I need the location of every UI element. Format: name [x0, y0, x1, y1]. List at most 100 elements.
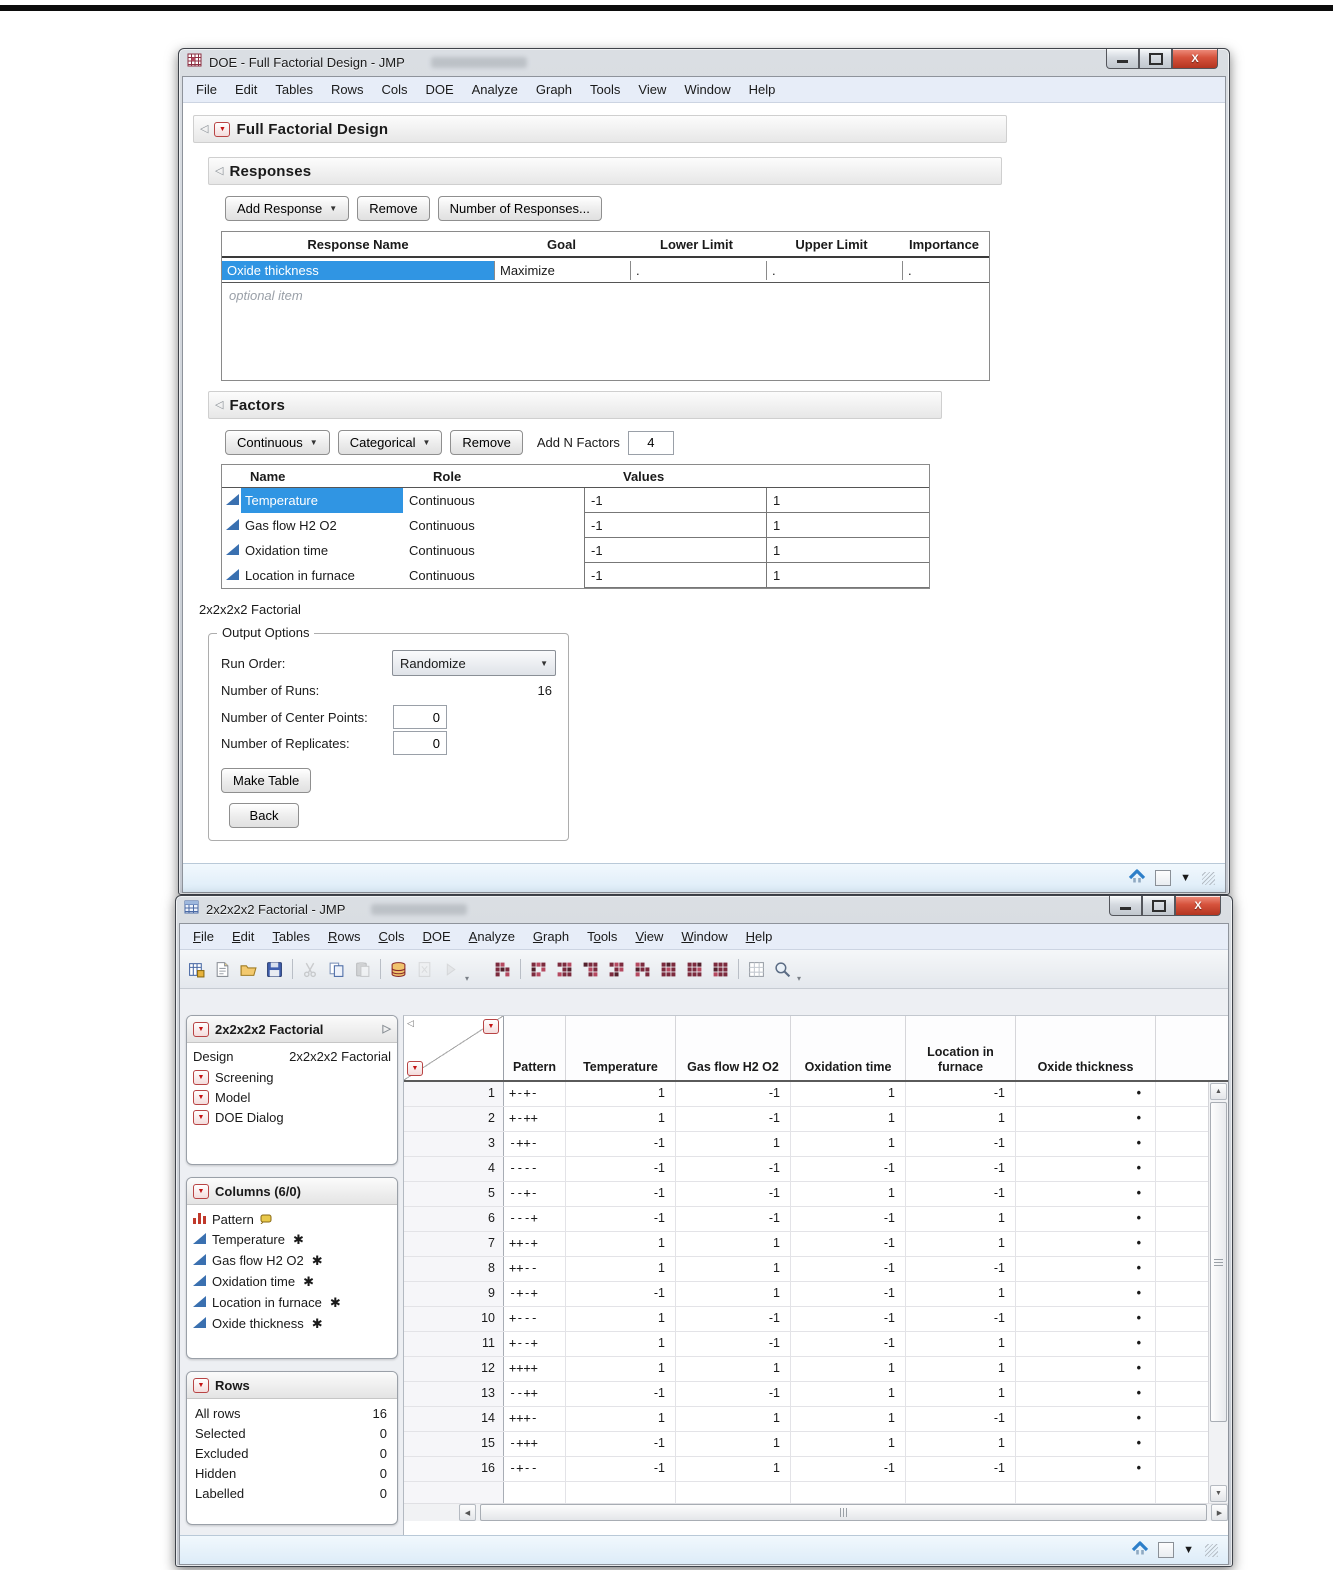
row-number-cell[interactable]: 10	[404, 1307, 504, 1331]
column-header[interactable]: Upper Limit	[764, 235, 899, 254]
design-icon-5[interactable]	[605, 958, 628, 981]
value-cell[interactable]: 1	[566, 1232, 676, 1256]
value-cell[interactable]: 1	[676, 1457, 791, 1481]
design-icon-4[interactable]	[579, 958, 602, 981]
value-cell[interactable]: 1	[676, 1357, 791, 1381]
minimize-button[interactable]	[1106, 49, 1139, 69]
value-cell[interactable]: -1	[791, 1207, 906, 1231]
design-icon-8[interactable]	[683, 958, 706, 981]
value-cell[interactable]: -1	[791, 1457, 906, 1481]
resize-grip[interactable]	[1205, 1543, 1218, 1557]
minimize-button[interactable]	[1109, 896, 1142, 916]
value-cell[interactable]: -1	[676, 1107, 791, 1131]
pattern-cell[interactable]: ++-+	[504, 1232, 566, 1256]
replicates-input[interactable]	[393, 731, 447, 755]
run-order-dropdown[interactable]: Randomize ▼	[392, 650, 556, 676]
value-cell[interactable]: -1	[791, 1282, 906, 1306]
menu-item-graph[interactable]: Graph	[524, 927, 578, 946]
factor-name-cell[interactable]: Oxidation time	[222, 538, 403, 563]
design-icon-1[interactable]	[491, 958, 514, 981]
value-cell[interactable]: -1	[566, 1207, 676, 1231]
scroll-right-icon[interactable]: ▶	[1211, 1504, 1228, 1521]
titlebar[interactable]: 2x2x2x2 Factorial - JMP X	[179, 896, 1229, 923]
value-cell[interactable]: -1	[906, 1257, 1016, 1281]
menu-item-graph[interactable]: Graph	[527, 80, 581, 99]
value-cell[interactable]: -1	[676, 1307, 791, 1331]
titlebar[interactable]: DOE - Full Factorial Design - JMP X	[182, 49, 1226, 76]
pattern-cell[interactable]: ---+	[504, 1207, 566, 1231]
value-cell[interactable]: -1	[906, 1307, 1016, 1331]
value-cell[interactable]: -1	[566, 1432, 676, 1456]
vertical-scrollbar[interactable]: ▲ ▼	[1208, 1082, 1228, 1503]
outline-factors[interactable]: ◁ Factors	[208, 391, 942, 419]
missing-value-cell[interactable]: •	[1016, 1107, 1156, 1131]
value-cell[interactable]: 1	[906, 1432, 1016, 1456]
menu-item-cols[interactable]: Cols	[369, 927, 413, 946]
column-header[interactable]: Goal	[494, 235, 629, 254]
menu-item-doe[interactable]: DOE	[413, 927, 459, 946]
menu-item-help[interactable]: Help	[737, 927, 782, 946]
factor-role-cell[interactable]: Continuous	[403, 538, 584, 563]
column-item-location-in-furnace[interactable]: Location in furnace ✱	[193, 1292, 391, 1313]
factor-high-value-cell[interactable]: 1	[766, 513, 929, 538]
missing-value-cell[interactable]: •	[1016, 1282, 1156, 1306]
design-icon-6[interactable]	[631, 958, 654, 981]
red-triangle-menu-icon[interactable]: ▼	[193, 1089, 209, 1105]
value-cell[interactable]: -1	[791, 1232, 906, 1256]
value-cell[interactable]: -1	[906, 1132, 1016, 1156]
new-journal-icon[interactable]	[211, 958, 234, 981]
value-cell[interactable]: -1	[566, 1282, 676, 1306]
response-importance-cell[interactable]: .	[903, 261, 989, 280]
vertical-scroll-thumb[interactable]	[1210, 1102, 1227, 1423]
menu-item-tools[interactable]: Tools	[581, 80, 629, 99]
value-cell[interactable]: -1	[906, 1082, 1016, 1106]
design-icon-3[interactable]	[553, 958, 576, 981]
pattern-cell[interactable]: +--+	[504, 1332, 566, 1356]
open-icon[interactable]	[237, 958, 260, 981]
menu-item-file[interactable]: File	[187, 80, 226, 99]
value-cell[interactable]: 1	[791, 1382, 906, 1406]
column-item-pattern[interactable]: Pattern	[193, 1209, 391, 1229]
close-button[interactable]: X	[1175, 896, 1221, 916]
value-cell[interactable]: 1	[676, 1232, 791, 1256]
response-goal-cell[interactable]: Maximize	[495, 260, 631, 280]
factor-name-cell[interactable]: Location in furnace	[222, 563, 403, 588]
missing-value-cell[interactable]: •	[1016, 1182, 1156, 1206]
pattern-cell[interactable]: +-++	[504, 1107, 566, 1131]
collapse-panel-icon[interactable]: ◁	[407, 1018, 414, 1029]
add-n-factors-input[interactable]	[627, 430, 674, 455]
value-cell[interactable]: 1	[906, 1232, 1016, 1256]
value-cell[interactable]: 1	[676, 1257, 791, 1281]
missing-value-cell[interactable]: •	[1016, 1332, 1156, 1356]
column-header-oxidation-time[interactable]: Oxidation time	[791, 1016, 906, 1080]
factor-name-cell[interactable]: Gas flow H2 O2	[222, 513, 403, 538]
value-cell[interactable]: 1	[906, 1282, 1016, 1306]
value-cell[interactable]: -1	[906, 1157, 1016, 1181]
table-panel-header[interactable]: ▼ 2x2x2x2 Factorial ▷	[187, 1016, 397, 1043]
outline-full-factorial-design[interactable]: ◁ ▼ Full Factorial Design	[193, 115, 1007, 143]
outline-responses[interactable]: ◁ Responses	[208, 157, 1002, 185]
red-triangle-menu-icon[interactable]: ▼	[193, 1069, 209, 1085]
pattern-cell[interactable]: -+++	[504, 1432, 566, 1456]
factor-role-cell[interactable]: Continuous	[403, 513, 584, 538]
categorical-button[interactable]: Categorical ▼	[337, 430, 443, 455]
value-cell[interactable]: 1	[566, 1357, 676, 1381]
red-triangle-menu-icon[interactable]: ▼	[193, 1377, 209, 1393]
design-icon-2[interactable]	[527, 958, 550, 981]
pattern-cell[interactable]: +++-	[504, 1407, 566, 1431]
red-triangle-menu-icon[interactable]: ▼	[193, 1021, 209, 1037]
menu-item-view[interactable]: View	[629, 80, 675, 99]
value-cell[interactable]: -1	[676, 1157, 791, 1181]
factor-low-value-cell[interactable]: -1	[584, 563, 766, 588]
factor-low-value-cell[interactable]: -1	[584, 538, 766, 563]
missing-value-cell[interactable]: •	[1016, 1357, 1156, 1381]
columns-panel-header[interactable]: ▼ Columns (6/0)	[187, 1178, 397, 1205]
menu-item-help[interactable]: Help	[740, 80, 785, 99]
preview-icon[interactable]	[771, 958, 794, 981]
missing-value-cell[interactable]: •	[1016, 1457, 1156, 1481]
back-button[interactable]: Back	[229, 803, 299, 828]
panel-expand-icon[interactable]: ▷	[383, 1023, 391, 1035]
value-cell[interactable]: 1	[906, 1382, 1016, 1406]
maximize-button[interactable]	[1139, 49, 1172, 69]
row-number-cell[interactable]: 7	[404, 1232, 504, 1256]
